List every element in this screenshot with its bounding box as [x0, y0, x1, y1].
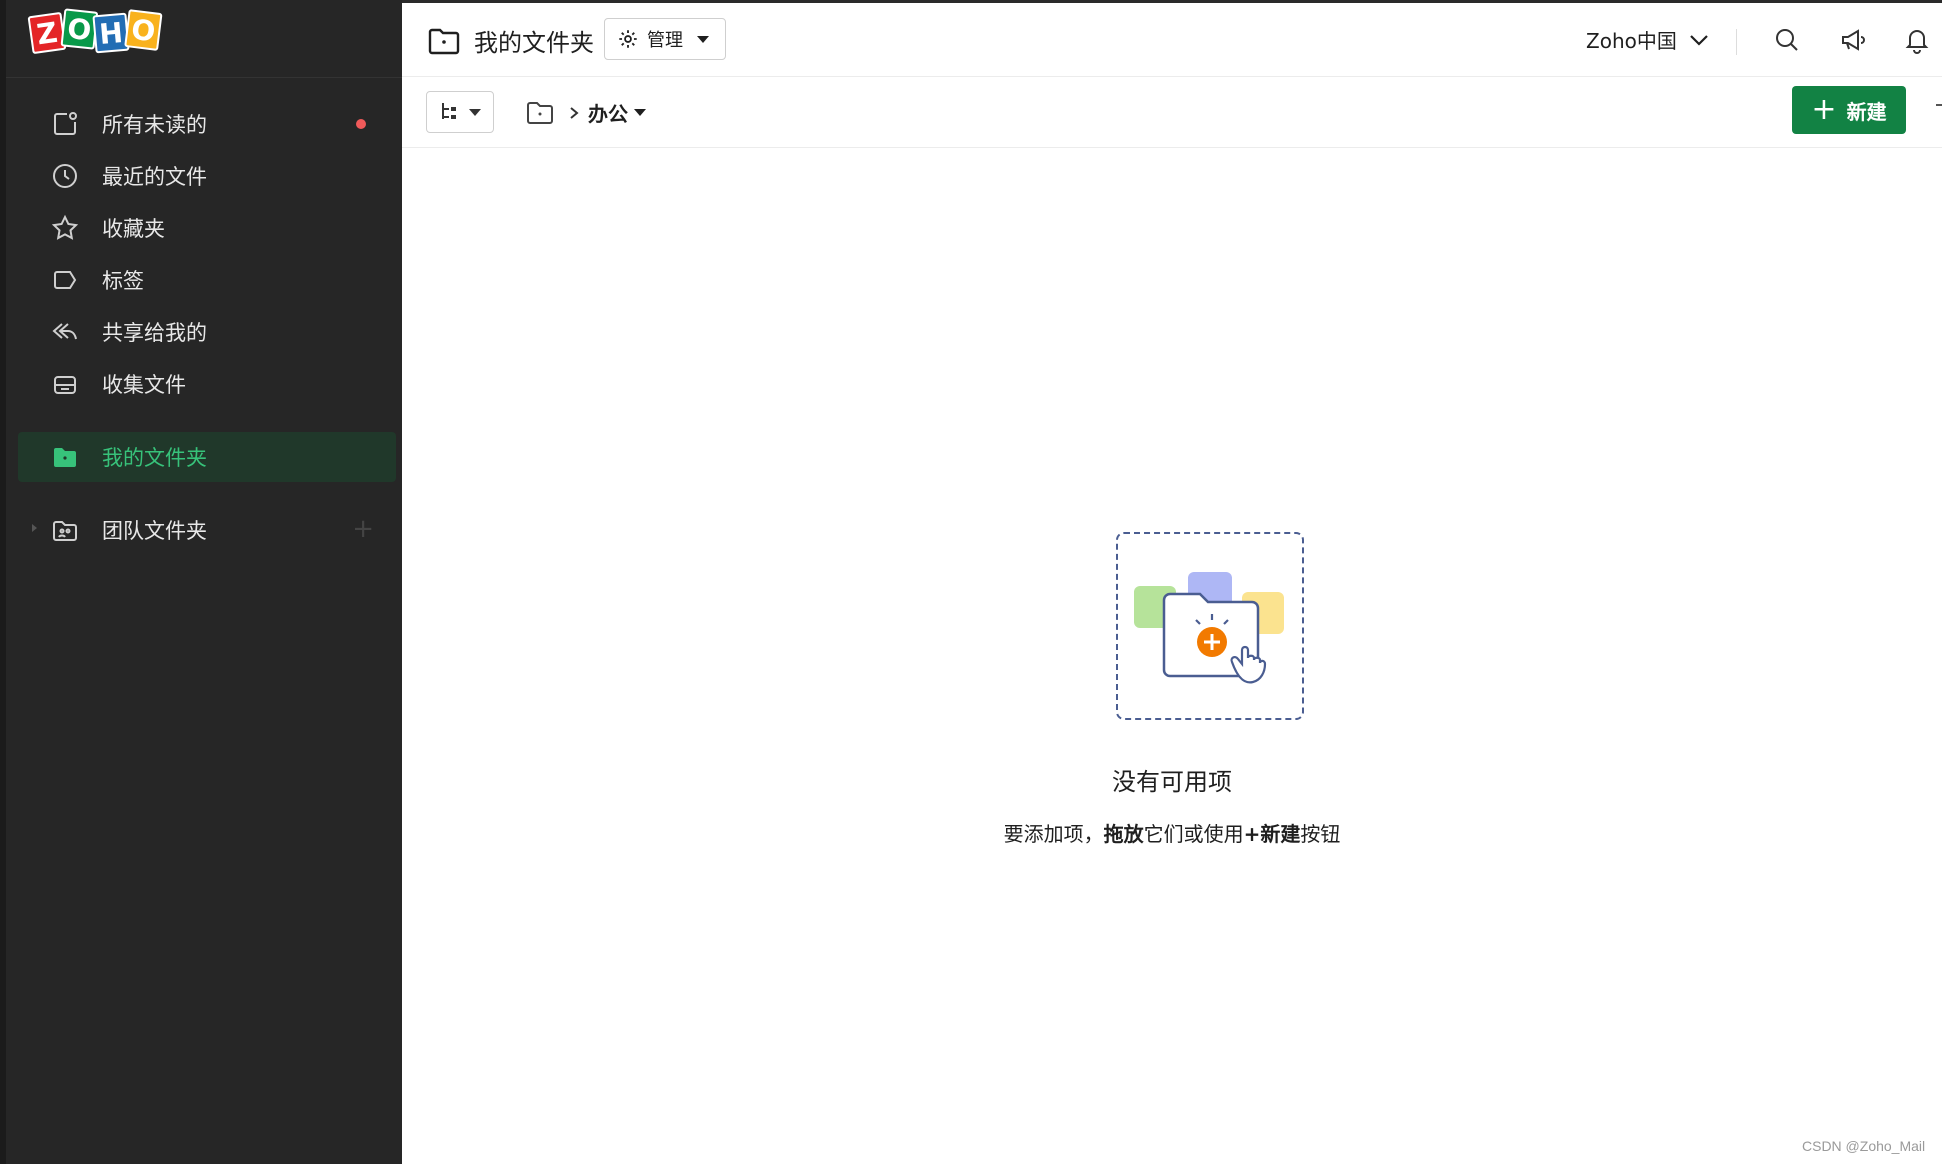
gear-icon: [619, 30, 637, 48]
empty-sub-middle: 它们或使用: [1143, 822, 1244, 846]
sidebar-item-label: 标签: [102, 269, 144, 293]
sidebar-nav: 所有未读的 最近的文件 收藏夹 标签 共享给我的 收集文件 我的文件夹 团队文件…: [18, 98, 396, 556]
sidebar-item-favorites[interactable]: 收藏夹: [18, 202, 396, 254]
logo-letter-h: H: [92, 12, 130, 54]
folder-outline-icon: [428, 28, 460, 55]
breadcrumb: 办公: [526, 98, 646, 127]
caret-down-icon[interactable]: [634, 109, 646, 116]
search-icon[interactable]: [1772, 25, 1802, 55]
top-header: 我的文件夹 管理 Zoho中国: [402, 3, 1942, 77]
sidebar-item-recent[interactable]: 最近的文件: [18, 150, 396, 202]
bell-icon[interactable]: [1902, 25, 1932, 55]
logo-letter-o2: O: [124, 9, 163, 51]
chevron-right-icon: [570, 106, 579, 119]
empty-state-subtitle: 要添加项，拖放它们或使用+新建按钮: [402, 818, 1942, 847]
caret-down-icon: [697, 35, 709, 43]
logo-letter-z: Z: [27, 11, 67, 55]
empty-sub-new: +新建: [1243, 822, 1301, 846]
folder-toolbar: 办公 + 新建: [402, 78, 1942, 148]
sidebar-item-label: 我的文件夹: [102, 446, 207, 470]
watermark: CSDN @Zoho_Mail: [1802, 1138, 1926, 1154]
zoho-logo[interactable]: Z O H O: [27, 8, 163, 55]
sidebar: Z O H O 所有未读的 最近的文件 收藏夹 标签 共享给我的 收集文件 我的…: [0, 0, 402, 1164]
inbox-tray-icon: [50, 369, 80, 399]
megaphone-icon[interactable]: [1838, 25, 1868, 55]
folder-outline-icon[interactable]: [526, 101, 554, 125]
sidebar-item-unread[interactable]: 所有未读的: [18, 98, 396, 150]
empty-sub-drag: 拖放: [1103, 822, 1144, 846]
clock-icon: [50, 161, 80, 191]
sidebar-item-my-folders[interactable]: 我的文件夹: [18, 432, 396, 482]
sidebar-item-label: 收集文件: [102, 373, 186, 397]
manage-label: 管理: [647, 30, 683, 51]
sidebar-item-shared-with-me[interactable]: 共享给我的: [18, 306, 396, 358]
sidebar-item-label: 所有未读的: [102, 113, 207, 137]
org-switcher[interactable]: Zoho中国: [1586, 25, 1709, 54]
sidebar-item-tags[interactable]: 标签: [18, 254, 396, 306]
sidebar-item-label: 共享给我的: [102, 321, 207, 345]
chevron-down-icon: [1690, 34, 1708, 46]
sidebar-item-label: 收藏夹: [102, 217, 165, 241]
manage-button[interactable]: 管理: [604, 18, 726, 60]
unread-dot: [356, 119, 366, 129]
empty-sub-suffix: 按钮: [1300, 822, 1341, 846]
sidebar-item-label: 最近的文件: [102, 165, 207, 189]
org-label: Zoho中国: [1586, 29, 1677, 53]
folder-filled-icon: [50, 442, 80, 472]
header-divider: [1736, 29, 1737, 55]
tree-view-button[interactable]: [426, 91, 494, 133]
empty-sub-prefix: 要添加项，: [1003, 822, 1104, 846]
caret-down-icon: [469, 108, 481, 116]
new-label: 新建: [1846, 99, 1887, 124]
sidebar-item-label: 团队文件夹: [102, 519, 207, 543]
expand-arrow-icon[interactable]: [32, 524, 37, 532]
add-team-folder-icon[interactable]: +: [352, 516, 374, 542]
tree-view-icon: [442, 103, 456, 119]
breadcrumb-current[interactable]: 办公: [588, 98, 628, 127]
team-folder-icon: [50, 515, 80, 545]
plus-icon: +: [1811, 92, 1837, 127]
sidebar-item-team-folders[interactable]: 团队文件夹 +: [18, 504, 396, 556]
logo-bar: Z O H O: [6, 0, 402, 78]
drop-zone-illustration[interactable]: [1116, 532, 1304, 720]
star-icon: [50, 213, 80, 243]
empty-state-title: 没有可用项: [1112, 768, 1232, 796]
overflow-edge: [1936, 104, 1942, 110]
tag-icon: [50, 265, 80, 295]
share-reply-icon: [50, 317, 80, 347]
folder-add-illustration: [1134, 572, 1284, 684]
page-title: 我的文件夹: [474, 29, 594, 57]
unread-icon: [50, 109, 80, 139]
new-button[interactable]: + 新建: [1792, 86, 1906, 134]
sidebar-item-collect-files[interactable]: 收集文件: [18, 358, 396, 410]
